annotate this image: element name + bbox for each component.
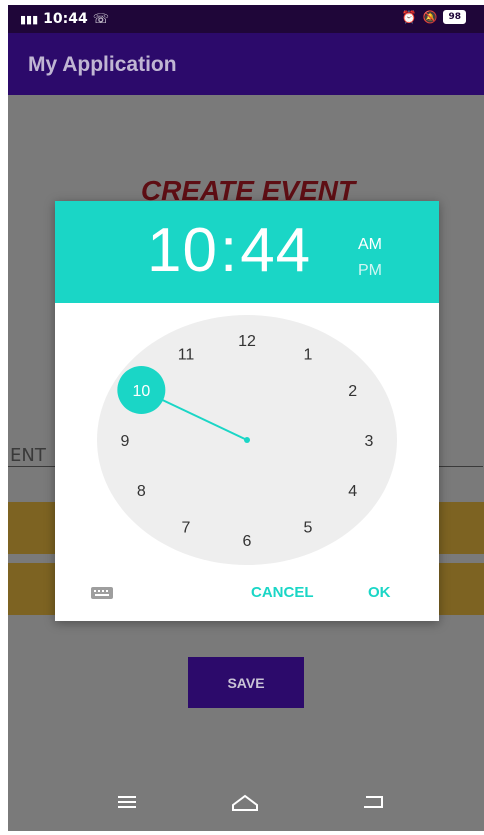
clock-hour-10[interactable]: 10 bbox=[132, 383, 150, 400]
hour-display[interactable]: 10 bbox=[147, 215, 218, 286]
menu-icon[interactable] bbox=[116, 793, 138, 811]
status-bar: ▮▮▮ 10:44 ☏ ⏰ 🔕 98 bbox=[8, 5, 484, 33]
clock-face[interactable]: 121234567891011 bbox=[97, 315, 397, 565]
clock-hour-4[interactable]: 4 bbox=[348, 483, 357, 500]
status-time: 10:44 bbox=[43, 11, 88, 27]
time-display: 10 : 44 bbox=[147, 215, 311, 286]
am-toggle[interactable]: AM bbox=[358, 232, 382, 258]
cancel-button[interactable]: CANCEL bbox=[251, 584, 314, 601]
entry-field-text[interactable]: ENT bbox=[10, 445, 46, 466]
clock-hour-12[interactable]: 12 bbox=[238, 333, 256, 350]
clock-hour-5[interactable]: 5 bbox=[304, 520, 313, 537]
clock-hour-3[interactable]: 3 bbox=[365, 433, 374, 450]
app-bar: My Application bbox=[8, 33, 484, 95]
clock-hour-9[interactable]: 9 bbox=[121, 433, 130, 450]
battery-icon: 98 bbox=[443, 10, 466, 24]
clock-hour-1[interactable]: 1 bbox=[304, 346, 313, 363]
home-icon[interactable] bbox=[230, 793, 260, 813]
clock-hour-11[interactable]: 11 bbox=[178, 346, 195, 363]
clock-hour-7[interactable]: 7 bbox=[182, 520, 191, 537]
clock-center-dot bbox=[244, 437, 250, 443]
dialog-actions: CANCEL OK bbox=[55, 579, 439, 609]
minute-display[interactable]: 44 bbox=[240, 215, 311, 286]
time-picker-dialog: 10 : 44 AM PM 12 1 2 3 4 5 6 7 8 9 10 11 CANCEL bbox=[55, 201, 439, 621]
time-separator: : bbox=[219, 216, 239, 285]
am-pm-selector: AM PM bbox=[358, 232, 382, 284]
save-button[interactable]: SAVE bbox=[188, 657, 304, 708]
ok-button[interactable]: OK bbox=[368, 584, 391, 601]
app-title: My Application bbox=[28, 53, 177, 76]
call-icon: ☏ bbox=[92, 11, 110, 27]
navigation-bar bbox=[8, 775, 484, 831]
pm-toggle[interactable]: PM bbox=[358, 258, 382, 284]
mute-icon: 🔕 bbox=[422, 10, 438, 24]
alarm-icon: ⏰ bbox=[401, 10, 417, 24]
clock-hour-2[interactable]: 2 bbox=[348, 383, 357, 400]
clock-hour-6[interactable]: 6 bbox=[243, 533, 252, 550]
screen: ▮▮▮ 10:44 ☏ ⏰ 🔕 98 My Application CREATE… bbox=[8, 5, 484, 831]
time-picker-header: 10 : 44 AM PM bbox=[55, 201, 439, 303]
clock-hour-8[interactable]: 8 bbox=[137, 483, 146, 500]
keyboard-icon[interactable] bbox=[90, 585, 114, 601]
signal-icon: ▮▮▮ bbox=[20, 12, 39, 26]
back-icon[interactable] bbox=[360, 793, 386, 811]
